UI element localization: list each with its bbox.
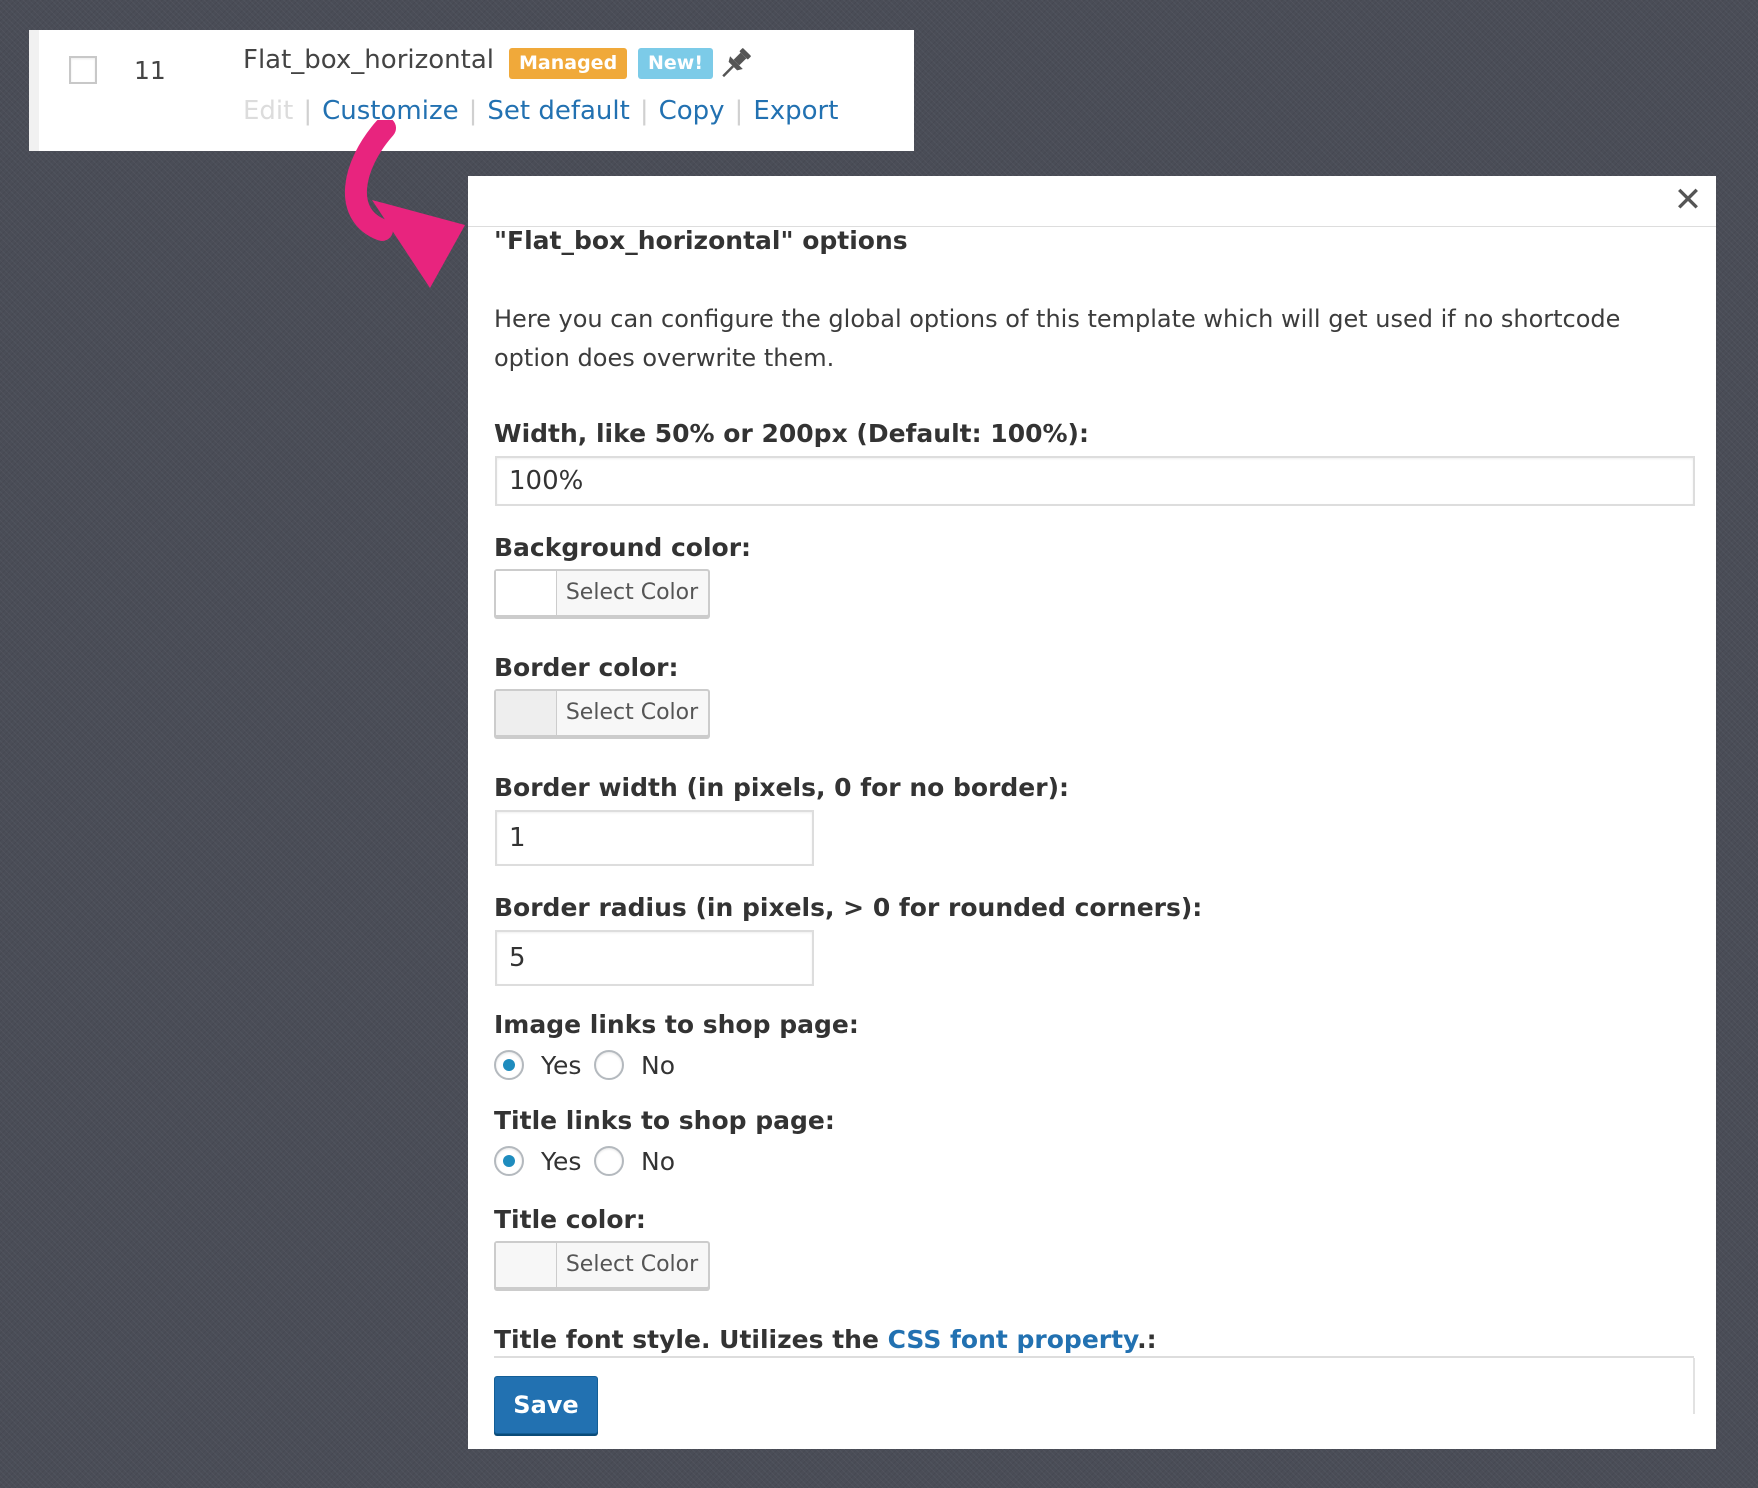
scroll-edge bbox=[1693, 1358, 1695, 1414]
title-font-label-text: Title font style. Utilizes the bbox=[494, 1325, 888, 1354]
close-icon[interactable]: ✕ bbox=[1670, 182, 1706, 218]
title-color-picker[interactable]: Select Color bbox=[494, 1241, 710, 1289]
save-button[interactable]: Save bbox=[494, 1376, 598, 1434]
width-label: Width, like 50% or 200px (Default: 100%)… bbox=[494, 419, 1089, 448]
edit-link[interactable]: Edit bbox=[243, 96, 293, 126]
managed-badge: Managed bbox=[509, 48, 628, 79]
color-swatch bbox=[496, 691, 557, 735]
image-links-yes-radio[interactable] bbox=[494, 1050, 524, 1080]
radio-label-no: No bbox=[641, 1051, 675, 1080]
modal-header: ✕ bbox=[468, 176, 1716, 227]
radio-label-no: No bbox=[641, 1147, 675, 1176]
pushpin-icon[interactable] bbox=[715, 44, 755, 84]
border-width-label: Border width (in pixels, 0 for no border… bbox=[494, 773, 1070, 802]
title-links-label: Title links to shop page: bbox=[494, 1106, 835, 1135]
template-title: Flat_box_horizontal bbox=[243, 45, 494, 75]
new-badge: New! bbox=[638, 48, 714, 79]
template-id: 11 bbox=[134, 56, 166, 85]
border-width-input[interactable]: 1 bbox=[495, 810, 814, 866]
row-checkbox[interactable] bbox=[69, 56, 97, 84]
export-link[interactable]: Export bbox=[753, 96, 838, 126]
color-swatch bbox=[496, 571, 557, 615]
background-color-label: Background color: bbox=[494, 533, 752, 562]
radio-label-yes: Yes bbox=[541, 1051, 582, 1080]
css-font-property-link[interactable]: CSS font property bbox=[888, 1325, 1137, 1354]
options-modal: ✕ "Flat_box_horizontal" options Here you… bbox=[468, 176, 1716, 1449]
select-color-label: Select Color bbox=[565, 1252, 699, 1277]
title-links-yes-radio[interactable] bbox=[494, 1146, 524, 1176]
border-radius-input[interactable]: 5 bbox=[495, 930, 814, 986]
title-font-label-suffix: .: bbox=[1137, 1325, 1157, 1354]
image-links-no-radio[interactable] bbox=[594, 1050, 624, 1080]
border-color-label: Border color: bbox=[494, 653, 679, 682]
action-separator: | bbox=[639, 96, 649, 126]
action-separator: | bbox=[734, 96, 744, 126]
modal-description: Here you can configure the global option… bbox=[494, 305, 1621, 372]
select-color-label: Select Color bbox=[565, 580, 699, 605]
color-swatch bbox=[496, 1243, 557, 1287]
image-links-label: Image links to shop page: bbox=[494, 1010, 859, 1039]
width-input[interactable]: 100% bbox=[495, 456, 1695, 506]
title-links-no-radio[interactable] bbox=[594, 1146, 624, 1176]
radio-label-yes: Yes bbox=[541, 1147, 582, 1176]
pointer-arrow-icon bbox=[345, 120, 465, 288]
title-font-label: Title font style. Utilizes the CSS font … bbox=[494, 1325, 1157, 1354]
background-color-picker[interactable]: Select Color bbox=[494, 569, 710, 617]
copy-link[interactable]: Copy bbox=[659, 96, 725, 126]
modal-title: "Flat_box_horizontal" options bbox=[494, 226, 908, 255]
border-radius-label: Border radius (in pixels, > 0 for rounde… bbox=[494, 893, 1203, 922]
action-separator: | bbox=[303, 96, 313, 126]
footer-divider bbox=[494, 1356, 1694, 1358]
set-default-link[interactable]: Set default bbox=[487, 96, 629, 126]
title-color-label: Title color: bbox=[494, 1205, 646, 1234]
select-color-label: Select Color bbox=[565, 700, 699, 725]
border-color-picker[interactable]: Select Color bbox=[494, 689, 710, 737]
